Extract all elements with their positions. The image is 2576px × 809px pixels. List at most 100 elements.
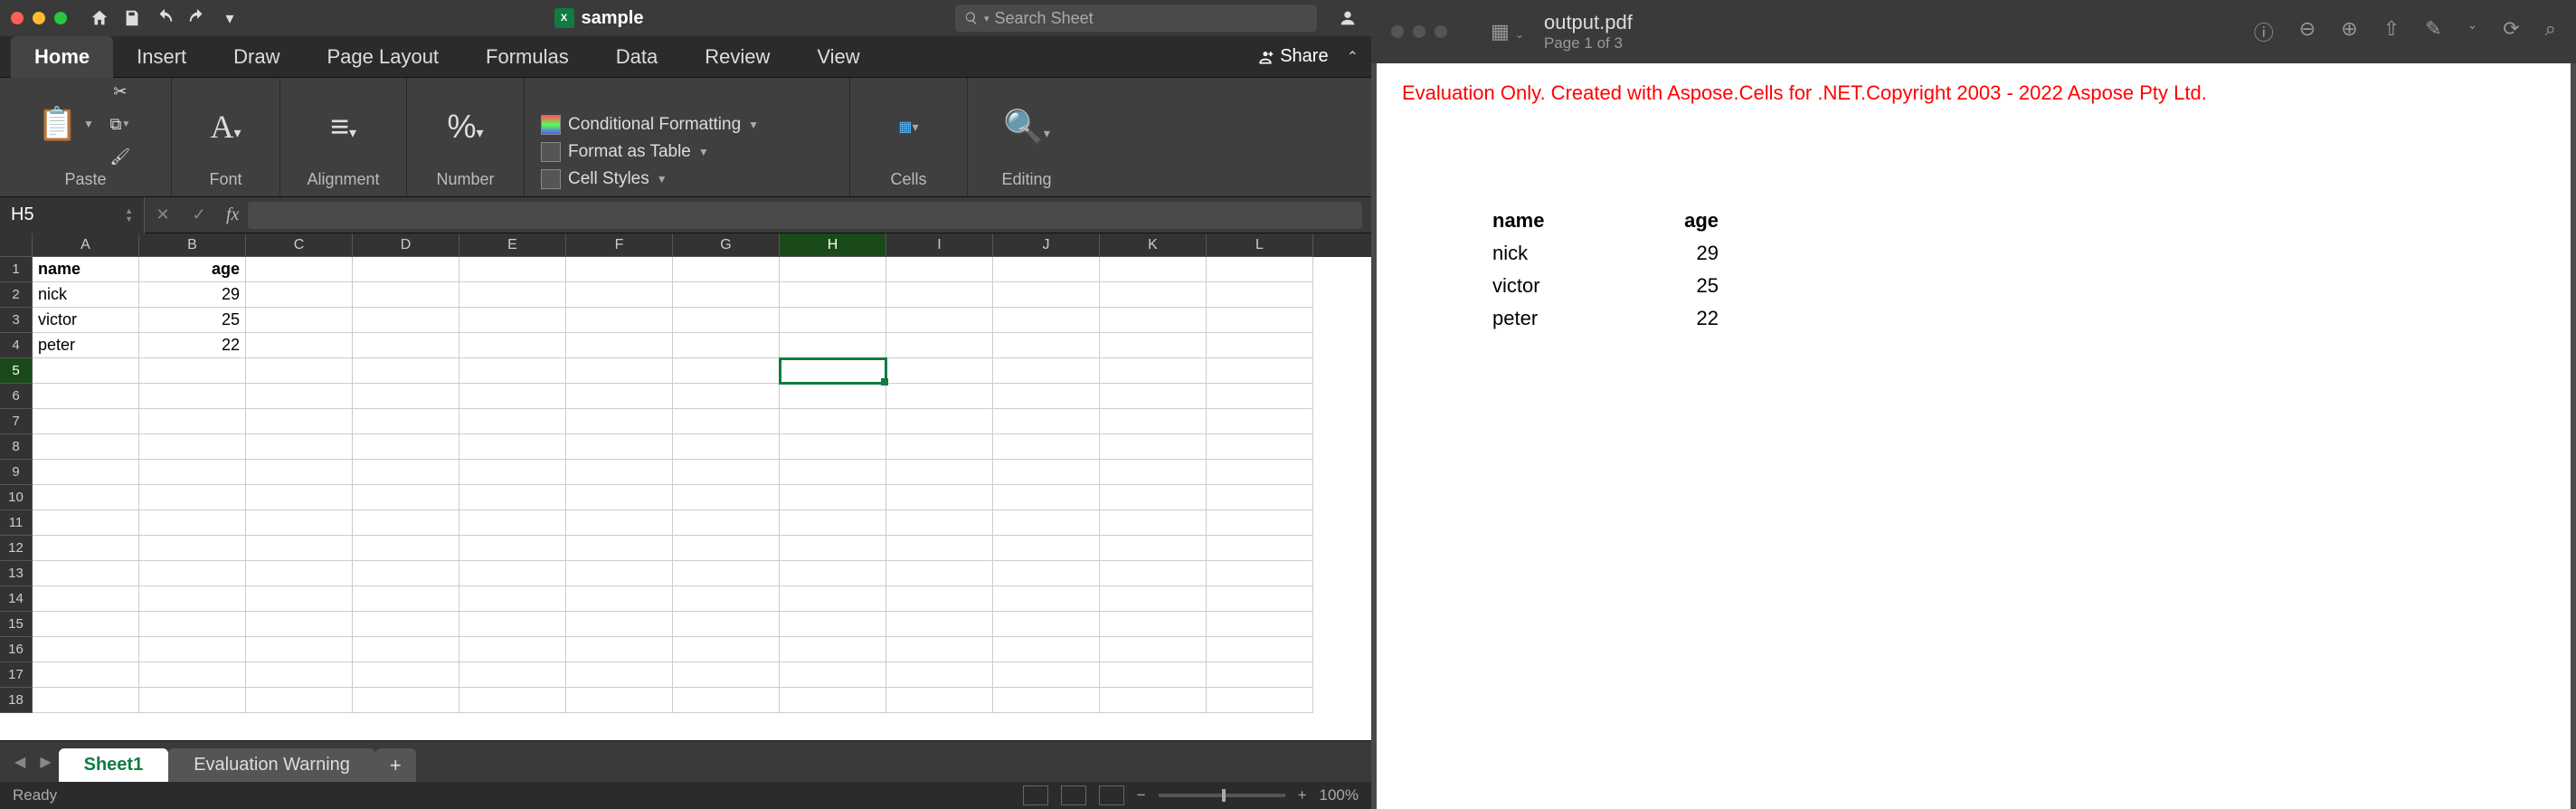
col-header-C[interactable]: C [246, 233, 353, 257]
cell-J14[interactable] [993, 586, 1100, 612]
cell-C12[interactable] [246, 536, 353, 561]
add-sheet-button[interactable]: + [375, 748, 416, 783]
cell-I18[interactable] [886, 688, 993, 713]
cell-F12[interactable] [566, 536, 673, 561]
cell-K9[interactable] [1100, 460, 1207, 485]
cell-E18[interactable] [459, 688, 566, 713]
sheet-tab-sheet1[interactable]: Sheet1 [59, 748, 169, 783]
cell-L7[interactable] [1207, 409, 1313, 434]
cell-H4[interactable] [780, 333, 886, 358]
cell-K4[interactable] [1100, 333, 1207, 358]
cell-G12[interactable] [673, 536, 780, 561]
zoom-window-button[interactable] [54, 12, 67, 24]
cell-F4[interactable] [566, 333, 673, 358]
ribbon-tab-draw[interactable]: Draw [210, 36, 303, 78]
cell-D10[interactable] [353, 485, 459, 510]
cell-L14[interactable] [1207, 586, 1313, 612]
cell-D9[interactable] [353, 460, 459, 485]
cell-B15[interactable] [139, 612, 246, 637]
cell-H14[interactable] [780, 586, 886, 612]
cell-G2[interactable] [673, 282, 780, 308]
cell-H8[interactable] [780, 434, 886, 460]
cell-J9[interactable] [993, 460, 1100, 485]
cell-B5[interactable] [139, 358, 246, 384]
cell-F6[interactable] [566, 384, 673, 409]
cell-A14[interactable] [33, 586, 139, 612]
cell-I16[interactable] [886, 637, 993, 662]
cell-E12[interactable] [459, 536, 566, 561]
paste-icon[interactable]: 📋 [37, 105, 78, 143]
cell-G16[interactable] [673, 637, 780, 662]
cell-F18[interactable] [566, 688, 673, 713]
cell-C15[interactable] [246, 612, 353, 637]
cell-H15[interactable] [780, 612, 886, 637]
cell-C4[interactable] [246, 333, 353, 358]
cell-F9[interactable] [566, 460, 673, 485]
col-header-J[interactable]: J [993, 233, 1100, 257]
cell-F5[interactable] [566, 358, 673, 384]
cell-G8[interactable] [673, 434, 780, 460]
cell-F15[interactable] [566, 612, 673, 637]
cell-I1[interactable] [886, 257, 993, 282]
view-normal-icon[interactable] [1023, 785, 1048, 805]
cell-K5[interactable] [1100, 358, 1207, 384]
cell-B14[interactable] [139, 586, 246, 612]
cell-A5[interactable] [33, 358, 139, 384]
close-window-button[interactable] [11, 12, 24, 24]
cell-D13[interactable] [353, 561, 459, 586]
row-header[interactable]: 18 [0, 688, 33, 713]
cell-G3[interactable] [673, 308, 780, 333]
search-dropdown-icon[interactable]: ▾ [984, 13, 990, 24]
conditional-formatting-button[interactable]: Conditional Formatting ▼ [541, 115, 759, 135]
cell-C1[interactable] [246, 257, 353, 282]
cancel-edit-icon[interactable]: ✕ [145, 205, 181, 224]
confirm-edit-icon[interactable]: ✓ [181, 205, 217, 224]
cell-E11[interactable] [459, 510, 566, 536]
cell-L8[interactable] [1207, 434, 1313, 460]
cell-D17[interactable] [353, 662, 459, 688]
cell-H16[interactable] [780, 637, 886, 662]
font-icon[interactable]: A▾ [210, 108, 241, 146]
fx-icon[interactable]: fx [217, 205, 248, 225]
cell-A11[interactable] [33, 510, 139, 536]
cell-I13[interactable] [886, 561, 993, 586]
cell-C13[interactable] [246, 561, 353, 586]
markup-icon[interactable]: ✎ [2425, 17, 2441, 46]
sidebar-toggle-icon[interactable]: ▦ ⌄ [1491, 20, 1524, 43]
cell-H2[interactable] [780, 282, 886, 308]
cell-H9[interactable] [780, 460, 886, 485]
cell-B16[interactable] [139, 637, 246, 662]
cell-F10[interactable] [566, 485, 673, 510]
cell-E6[interactable] [459, 384, 566, 409]
cell-J7[interactable] [993, 409, 1100, 434]
cell-L11[interactable] [1207, 510, 1313, 536]
view-page-break-icon[interactable] [1099, 785, 1124, 805]
name-box[interactable]: H5 ▲▼ [0, 197, 145, 233]
number-format-icon[interactable]: %▾ [447, 108, 483, 146]
cell-K13[interactable] [1100, 561, 1207, 586]
cell-B18[interactable] [139, 688, 246, 713]
cell-J1[interactable] [993, 257, 1100, 282]
cell-D15[interactable] [353, 612, 459, 637]
cell-I3[interactable] [886, 308, 993, 333]
ribbon-tab-review[interactable]: Review [681, 36, 793, 78]
cell-H12[interactable] [780, 536, 886, 561]
preview-close-button[interactable] [1391, 25, 1404, 38]
cell-G11[interactable] [673, 510, 780, 536]
cell-K11[interactable] [1100, 510, 1207, 536]
cell-K8[interactable] [1100, 434, 1207, 460]
row-header[interactable]: 7 [0, 409, 33, 434]
share-button[interactable]: Share [1256, 46, 1328, 67]
cell-I7[interactable] [886, 409, 993, 434]
cell-I2[interactable] [886, 282, 993, 308]
cell-C9[interactable] [246, 460, 353, 485]
cell-K7[interactable] [1100, 409, 1207, 434]
cell-C18[interactable] [246, 688, 353, 713]
cell-I6[interactable] [886, 384, 993, 409]
cell-E7[interactable] [459, 409, 566, 434]
view-page-layout-icon[interactable] [1061, 785, 1086, 805]
zoom-out-icon[interactable]: − [1137, 786, 1146, 804]
cell-E13[interactable] [459, 561, 566, 586]
zoom-out-tool-icon[interactable]: ⊖ [2299, 17, 2316, 46]
cell-J10[interactable] [993, 485, 1100, 510]
